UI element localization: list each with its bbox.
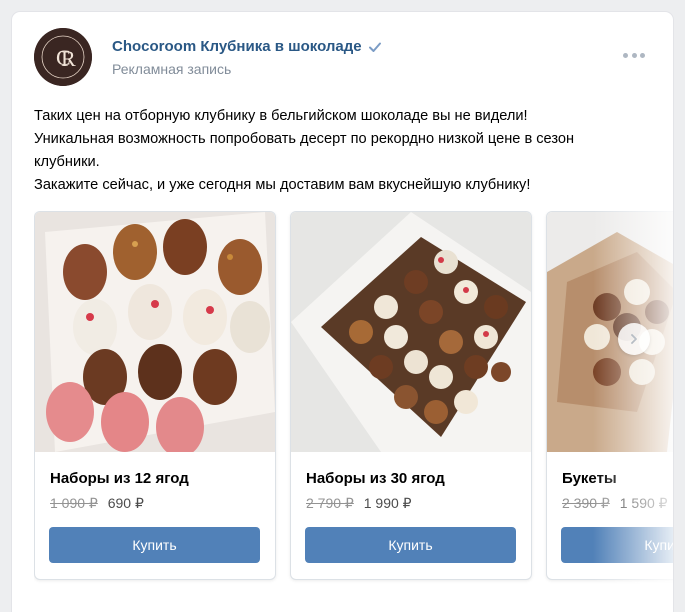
- buy-button[interactable]: Купить: [49, 527, 260, 563]
- buy-button[interactable]: Купить: [305, 527, 516, 563]
- ad-label: Рекламная запись: [112, 61, 232, 77]
- author-name-text[interactable]: Chocoroom Клубника в шоколаде: [112, 38, 362, 55]
- community-avatar[interactable]: C R: [34, 28, 92, 86]
- old-price: 2 790 ₽: [306, 495, 354, 511]
- strawberries-bouquet-image: [547, 212, 673, 452]
- author-name[interactable]: Chocoroom Клубника в шоколаде: [112, 38, 382, 55]
- post-text: Таких цен на отборную клубнику в бельгий…: [34, 105, 649, 197]
- product-title[interactable]: Наборы из 30 ягод: [306, 470, 445, 487]
- post-text-line: клубники.: [34, 154, 100, 170]
- buy-button[interactable]: Купить: [561, 527, 673, 563]
- svg-text:R: R: [61, 46, 76, 71]
- new-price: 1 590 ₽: [619, 495, 668, 511]
- product-card[interactable]: Наборы из 12 ягод 1 090 ₽ 690 ₽ Купить: [34, 211, 276, 580]
- product-prices: 2 790 ₽ 1 990 ₽: [306, 495, 412, 512]
- post-text-line: Закажите сейчас, и уже сегодня мы достав…: [34, 177, 531, 193]
- old-price: 2 390 ₽: [562, 495, 610, 511]
- post-text-line: Таких цен на отборную клубнику в бельгий…: [34, 108, 528, 124]
- new-price: 690 ₽: [107, 495, 144, 511]
- product-title[interactable]: Наборы из 12 ягод: [50, 470, 189, 487]
- product-card[interactable]: Букеты 2 390 ₽ 1 590 ₽ Купить: [546, 211, 673, 580]
- product-prices: 1 090 ₽ 690 ₽: [50, 495, 144, 512]
- product-title[interactable]: Букеты: [562, 470, 617, 487]
- product-photo[interactable]: [35, 212, 275, 452]
- post-text-line: Уникальная возможность попробовать десер…: [34, 131, 575, 147]
- check-icon: [368, 42, 381, 52]
- product-photo[interactable]: [291, 212, 531, 452]
- product-card[interactable]: Наборы из 30 ягод 2 790 ₽ 1 990 ₽ Купить: [290, 211, 532, 580]
- more-dots-icon[interactable]: [623, 50, 645, 60]
- strawberries-box-30-image: [291, 212, 531, 452]
- carousel-next-button[interactable]: [618, 323, 650, 355]
- old-price: 1 090 ₽: [50, 495, 98, 511]
- new-price: 1 990 ₽: [363, 495, 412, 511]
- product-photo[interactable]: [547, 212, 673, 452]
- product-prices: 2 390 ₽ 1 590 ₽: [562, 495, 668, 512]
- chevron-right-icon: [631, 334, 637, 344]
- product-carousel: Наборы из 12 ягод 1 090 ₽ 690 ₽ Купить Н…: [34, 211, 673, 591]
- ad-post: C R Chocoroom Клубника в шоколаде Реклам…: [12, 12, 673, 612]
- chocoroom-logo: C R: [34, 28, 92, 86]
- strawberries-box-12-image: [35, 212, 275, 452]
